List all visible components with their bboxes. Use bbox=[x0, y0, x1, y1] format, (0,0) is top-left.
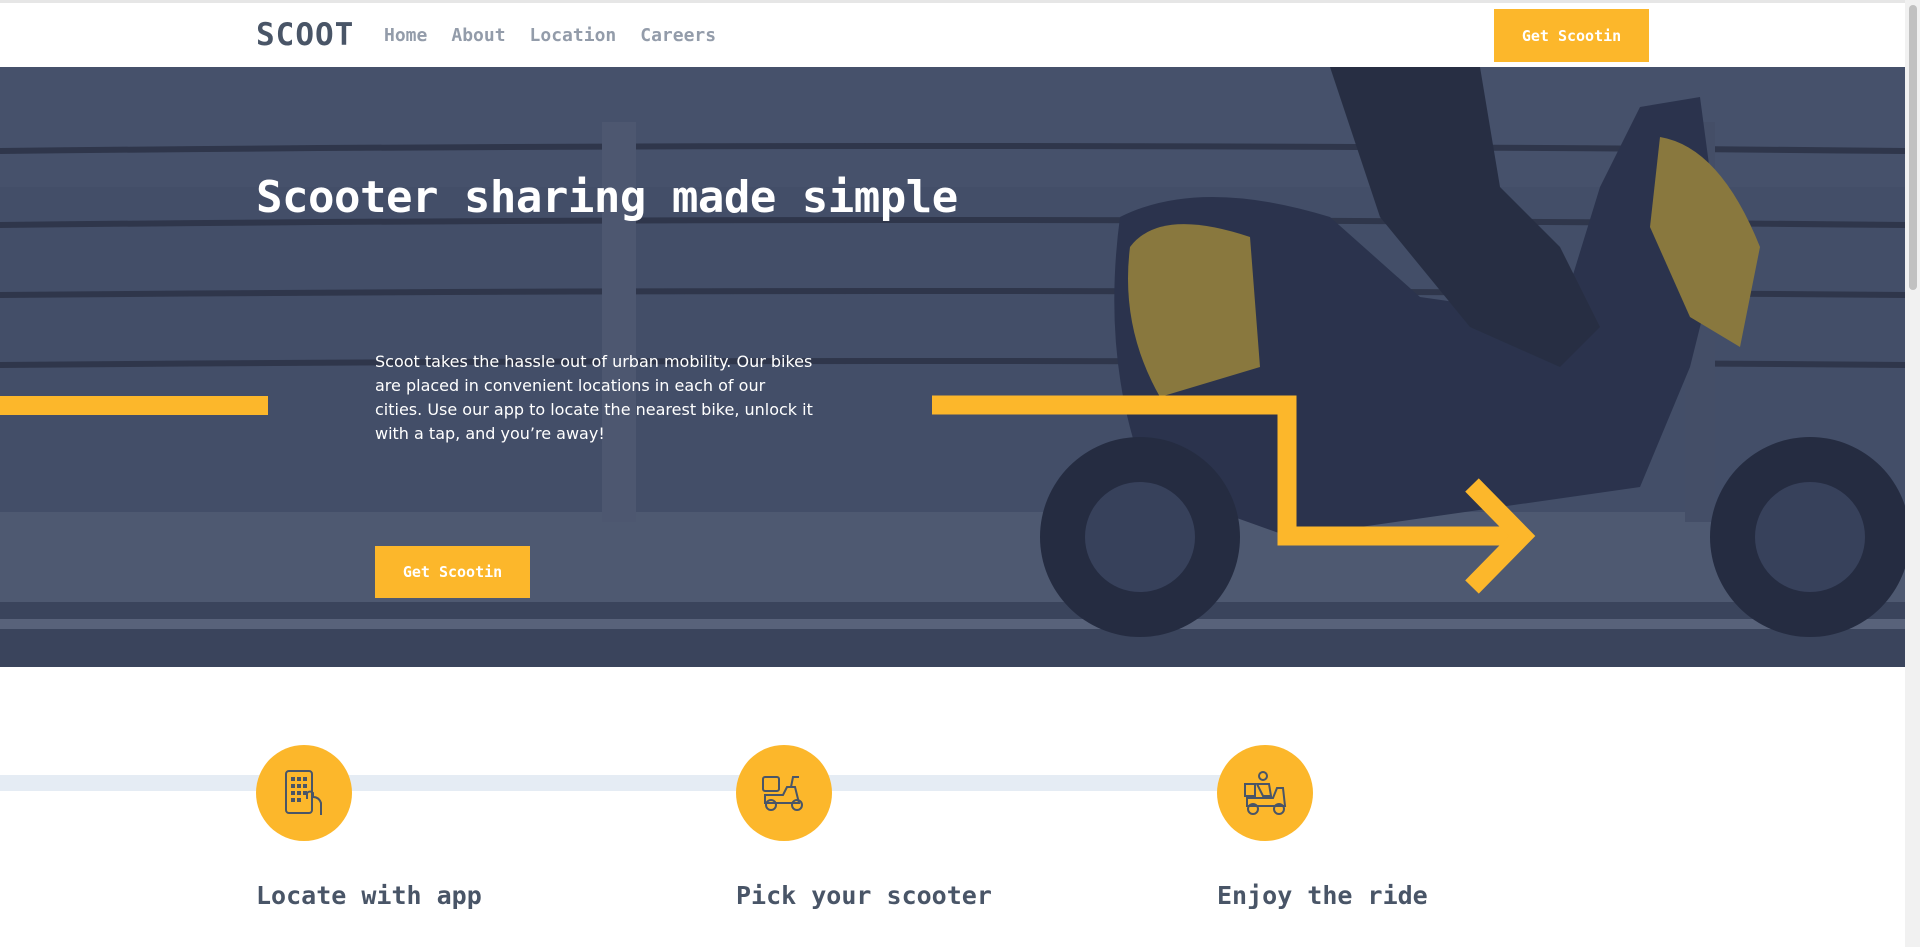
hero-description: Scoot takes the hassle out of urban mobi… bbox=[375, 352, 813, 443]
nav-about[interactable]: About bbox=[451, 25, 505, 46]
nav-home[interactable]: Home bbox=[384, 25, 427, 46]
step-icon-circle bbox=[736, 745, 832, 841]
main-nav: Home About Location Careers bbox=[384, 25, 716, 46]
step-icon-circle bbox=[256, 745, 352, 841]
step-enjoy: Enjoy the ride bbox=[1217, 745, 1428, 910]
hero-background-image bbox=[0, 67, 1905, 667]
step-title: Pick your scooter bbox=[736, 881, 992, 910]
phone-app-icon bbox=[285, 770, 322, 815]
step-icon-circle bbox=[1217, 745, 1313, 841]
rider-icon bbox=[1244, 771, 1287, 815]
scrollbar-thumb[interactable] bbox=[1909, 5, 1917, 290]
step-title: Enjoy the ride bbox=[1217, 881, 1428, 910]
site-header: SCOOT Home About Location Careers Get Sc… bbox=[0, 3, 1905, 67]
header-get-scootin-button[interactable]: Get Scootin bbox=[1494, 9, 1649, 62]
nav-careers[interactable]: Careers bbox=[640, 25, 716, 46]
hero-title: Scooter sharing made simple bbox=[256, 172, 958, 223]
hero-accent-bar bbox=[0, 396, 268, 415]
step-pick: Pick your scooter bbox=[736, 745, 992, 910]
nav-location[interactable]: Location bbox=[530, 25, 617, 46]
logo[interactable]: SCOOT bbox=[256, 17, 354, 53]
scooter-icon bbox=[762, 776, 803, 811]
steps-connector-line bbox=[0, 775, 1255, 791]
hero-section: Scooter sharing made simple Scoot takes … bbox=[0, 67, 1905, 667]
step-title: Locate with app bbox=[256, 881, 482, 910]
step-locate: Locate with app bbox=[256, 745, 482, 910]
hero-get-scootin-button[interactable]: Get Scootin bbox=[375, 546, 530, 598]
